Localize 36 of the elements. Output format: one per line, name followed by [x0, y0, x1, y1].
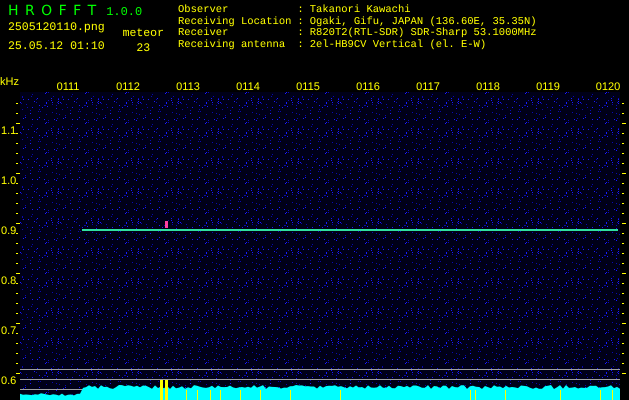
frequency-label: 0.7: [1, 325, 16, 337]
time-label: 0112: [116, 81, 140, 93]
frequency-label: 1.0: [1, 175, 16, 187]
info-label: Receiving antenna: [178, 40, 286, 51]
file-name: 2505120110.png: [8, 21, 105, 34]
meteor-label: meteor: [122, 27, 164, 40]
frequency-label: 0.8: [1, 275, 16, 287]
info-value: R820T2(RTL-SDR) SDR-Sharp 53.1000MHz: [310, 28, 537, 39]
info-separator: :: [297, 16, 304, 28]
time-label: 0117: [416, 81, 440, 93]
info-separator: :: [297, 40, 304, 51]
time-label: 0111: [56, 81, 80, 93]
time-label: 0116: [356, 81, 380, 93]
info-value: Ogaki, Gifu, JAPAN (136.60E, 35.35N): [310, 16, 537, 28]
info-label: Observer: [178, 5, 230, 16]
info-value: Takanori Kawachi: [310, 5, 412, 16]
time-label: 0118: [476, 81, 500, 93]
date-time: 25.05.12 01:10: [8, 40, 105, 53]
app-version: 1.0.0: [106, 5, 142, 19]
info-value: 2el-HB9CV Vertical (el. E-W): [310, 40, 488, 51]
info-label: Receiver: [178, 28, 230, 39]
info-separator: :: [297, 5, 304, 16]
app-name: H R O F F T: [8, 3, 96, 19]
time-label: 0113: [176, 81, 200, 93]
frequency-label: 1.1: [1, 125, 16, 137]
time-label: 0120: [596, 81, 620, 93]
time-label: 0115: [296, 81, 320, 93]
meteor-echo: [165, 221, 168, 228]
info-label: Receiving Location: [178, 16, 292, 28]
time-label: 0119: [536, 81, 560, 93]
frequency-label: 0.9: [1, 225, 16, 237]
meteor-count: 23: [136, 42, 150, 55]
frequency-label: 0.6: [1, 375, 16, 387]
info-separator: :: [297, 28, 304, 40]
time-label: 0114: [236, 81, 260, 93]
unit-label: kHz: [0, 76, 19, 88]
